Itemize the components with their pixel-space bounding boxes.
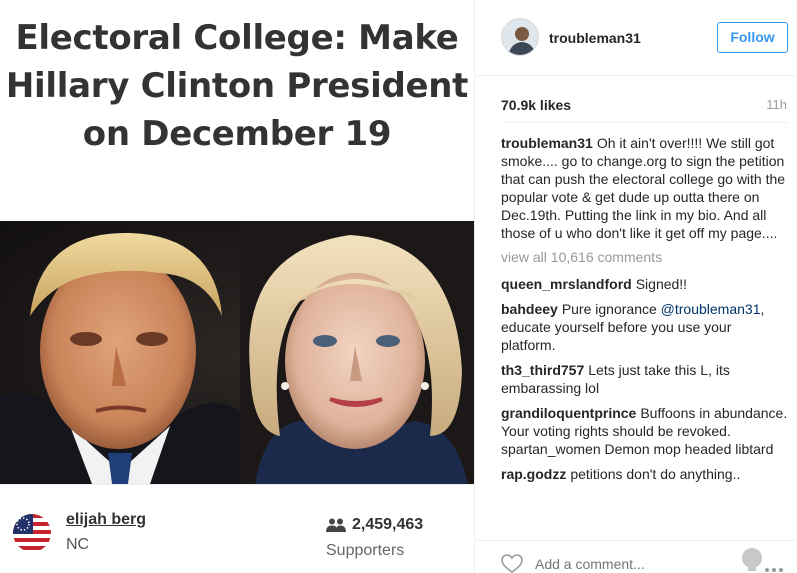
comments-list[interactable]: troubleman31 Oh it ain't over!!!! We stil…: [501, 134, 788, 533]
petition-headline: Electoral College: Make Hillary Clinton …: [0, 14, 474, 158]
comment-text: Pure ignorance: [561, 301, 661, 317]
post-media: Electoral College: Make Hillary Clinton …: [0, 0, 474, 573]
supporters-label: Supporters: [326, 542, 405, 559]
comment-username-link[interactable]: queen_mrslandford: [501, 276, 632, 292]
list-item: th3_third757 Lets just take this L, its e…: [501, 361, 788, 397]
comment-username-link[interactable]: rap.godzz: [501, 466, 566, 482]
list-item: bahdeey Pure ignorance @troubleman31, edu…: [501, 300, 788, 354]
us-flag-icon: [13, 514, 51, 552]
likes-count[interactable]: 70.9k likes: [501, 97, 571, 113]
post-caption: troubleman31 Oh it ain't over!!!! We stil…: [501, 134, 788, 242]
petition-author-location: NC: [66, 536, 90, 553]
post-timestamp[interactable]: 11h: [766, 97, 787, 112]
post-header: troubleman31 Follow: [475, 0, 797, 76]
candidates-photo: [0, 221, 474, 484]
add-comment-bar: [475, 540, 797, 573]
headline-line-1: Electoral College: Make: [15, 18, 459, 58]
avatar[interactable]: [501, 18, 539, 56]
list-item: grandiloquentprince Buffoons in abundance…: [501, 404, 788, 458]
follow-button[interactable]: Follow: [717, 22, 788, 53]
list-item: queen_mrslandford Signed!!: [501, 275, 788, 293]
headline-line-3: on December 19: [82, 114, 392, 154]
comment-username-link[interactable]: th3_third757: [501, 362, 584, 378]
headline-line-2: Hillary Clinton President: [5, 66, 469, 106]
people-icon: [326, 518, 346, 532]
comment-text: Signed!!: [635, 276, 688, 292]
mention-link[interactable]: @troubleman31: [661, 301, 761, 317]
comment-username-link[interactable]: bahdeey: [501, 301, 558, 317]
divider: [501, 122, 788, 123]
petition-author-link[interactable]: elijah berg: [66, 511, 146, 529]
view-all-comments-link[interactable]: view all 10,616 comments: [501, 248, 788, 266]
heart-icon[interactable]: [501, 554, 523, 573]
more-options-icon[interactable]: [737, 546, 793, 573]
comment-username-link[interactable]: troubleman31: [501, 135, 593, 151]
comment-text: petitions don't do anything..: [570, 466, 741, 482]
add-comment-input[interactable]: [535, 556, 715, 572]
post-username-link[interactable]: troubleman31: [549, 30, 641, 46]
supporters-count: 2,459,463: [352, 516, 424, 533]
list-item: rap.godzz petitions don't do anything..: [501, 465, 788, 483]
comment-username-link[interactable]: grandiloquentprince: [501, 405, 636, 421]
post-side-panel: troubleman31 Follow 70.9k likes 11h trou…: [474, 0, 797, 573]
